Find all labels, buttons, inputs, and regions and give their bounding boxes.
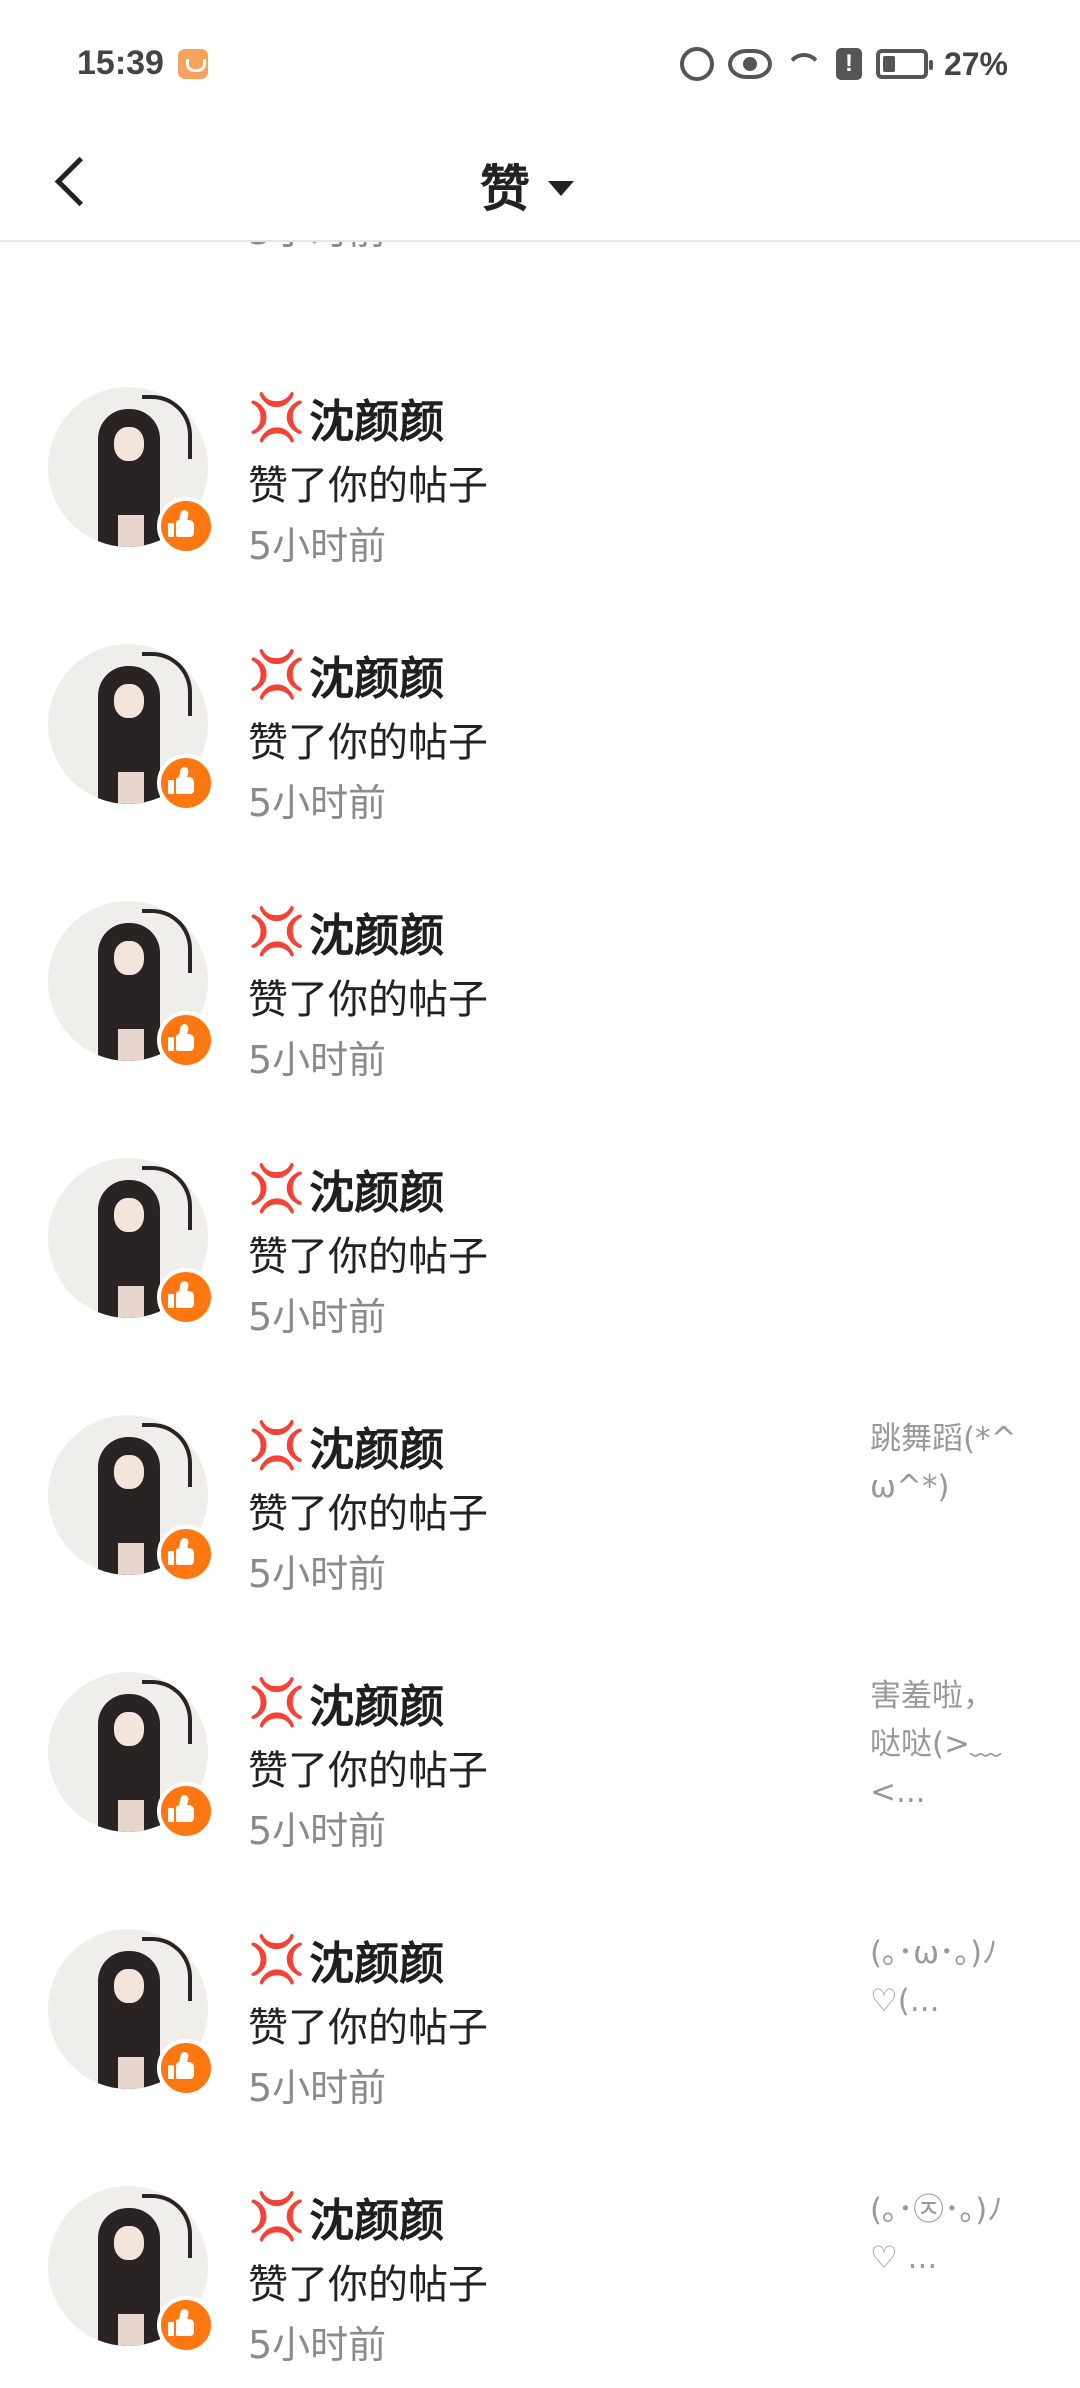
action-text: 赞了你的帖子 <box>248 2262 488 2308</box>
anger-symbol-icon: 💢 <box>248 390 306 444</box>
like-time: 5小时前 <box>248 2323 387 2367</box>
thumbs-up-icon <box>157 754 215 812</box>
name-row[interactable]: 💢 沈颜颜 <box>248 1158 445 1219</box>
like-time: 5小时前 <box>248 1295 387 1339</box>
post-preview[interactable]: (｡･㉨･｡)ﾉ♡ ... <box>870 2186 1020 2282</box>
like-time: 5小时前 <box>248 781 387 825</box>
caret-down-icon <box>548 180 574 196</box>
likes-list[interactable]: 5小时前 💢 沈颜颜 赞了你的帖子 5小时前 💢 沈颜颜 赞了你的帖子 5小时前 <box>0 242 1080 2388</box>
anger-symbol-icon: 💢 <box>248 1418 306 1472</box>
list-item[interactable]: 💢 沈颜颜 赞了你的帖子 5小时前 害羞啦，哒哒(>﹏<... <box>0 1672 1080 1929</box>
like-time: 5小时前 <box>248 242 386 255</box>
thumbs-up-icon <box>157 1525 215 1583</box>
like-time: 5小时前 <box>248 1809 387 1853</box>
name-row[interactable]: 💢 沈颜颜 <box>248 1929 445 1990</box>
user-name: 沈颜颜 <box>309 1422 445 1476</box>
list-item[interactable]: 💢 沈颜颜 赞了你的帖子 5小时前 (｡･㉨･｡)ﾉ♡ ... <box>0 2186 1080 2388</box>
name-row[interactable]: 💢 沈颜颜 <box>248 1672 445 1733</box>
anger-symbol-icon: 💢 <box>248 647 306 701</box>
post-preview[interactable]: 害羞啦，哒哒(>﹏<... <box>870 1672 1020 1816</box>
user-name: 沈颜颜 <box>309 1165 445 1219</box>
name-row[interactable]: 💢 沈颜颜 <box>248 1415 445 1476</box>
battery-percent: 27% <box>943 45 1008 82</box>
page-title: 赞 <box>480 160 530 218</box>
action-text: 赞了你的帖子 <box>248 2005 488 2051</box>
action-text: 赞了你的帖子 <box>248 720 488 766</box>
name-row[interactable]: 💢 沈颜颜 <box>248 2186 445 2247</box>
like-time: 5小时前 <box>248 2066 387 2110</box>
status-time: 15:39 <box>77 44 164 82</box>
app-notification-icon <box>178 49 208 79</box>
user-name: 沈颜颜 <box>309 1936 445 1990</box>
chevron-left-icon <box>54 156 105 207</box>
list-item[interactable]: 💢 沈颜颜 赞了你的帖子 5小时前 跳舞蹈(*^ω^*) <box>0 1415 1080 1672</box>
post-preview[interactable]: (｡･ω･｡)ﾉ♡(... <box>870 1929 1020 2025</box>
list-item[interactable]: 💢 沈颜颜 赞了你的帖子 5小时前 <box>0 1158 1080 1415</box>
battery-icon <box>875 49 933 79</box>
name-row[interactable]: 💢 沈颜颜 <box>248 901 445 962</box>
like-time: 5小时前 <box>248 1552 387 1596</box>
anger-symbol-icon: 💢 <box>248 1161 306 1215</box>
like-time: 5小时前 <box>248 524 387 568</box>
eye-comfort-icon <box>727 49 772 79</box>
status-bar: 15:39 ! 27% <box>0 0 1080 130</box>
wifi-icon <box>786 49 822 79</box>
user-name: 沈颜颜 <box>309 2193 445 2247</box>
title-dropdown[interactable]: 赞 <box>480 130 574 240</box>
action-text: 赞了你的帖子 <box>248 1748 488 1794</box>
back-button[interactable] <box>44 152 105 212</box>
thumbs-up-icon <box>157 2039 215 2097</box>
list-item[interactable]: 💢 沈颜颜 赞了你的帖子 5小时前 <box>0 644 1080 901</box>
thumbs-up-icon <box>157 1011 215 1069</box>
nav-bar: 赞 <box>0 130 1080 242</box>
status-icons: ! 27% <box>679 45 1008 82</box>
anger-symbol-icon: 💢 <box>248 2189 306 2243</box>
thumbs-up-icon <box>157 1782 215 1840</box>
action-text: 赞了你的帖子 <box>248 977 488 1023</box>
like-time: 5小时前 <box>248 1038 387 1082</box>
list-item[interactable]: 5小时前 <box>0 242 1080 329</box>
thumbs-up-icon <box>157 2296 215 2354</box>
user-name: 沈颜颜 <box>309 908 445 962</box>
anger-symbol-icon: 💢 <box>248 1932 306 1986</box>
action-text: 赞了你的帖子 <box>248 1234 488 1280</box>
name-row[interactable]: 💢 沈颜颜 <box>248 644 445 705</box>
data-saver-icon <box>679 47 714 81</box>
anger-symbol-icon: 💢 <box>248 1675 306 1729</box>
post-preview[interactable]: 跳舞蹈(*^ω^*) <box>870 1415 1020 1511</box>
thumbs-up-icon <box>157 1268 215 1326</box>
list-item[interactable]: 💢 沈颜颜 赞了你的帖子 5小时前 (｡･ω･｡)ﾉ♡(... <box>0 1929 1080 2186</box>
thumbs-up-icon <box>157 497 215 555</box>
user-name: 沈颜颜 <box>309 651 445 705</box>
action-text: 赞了你的帖子 <box>248 463 488 509</box>
user-name: 沈颜颜 <box>309 394 445 448</box>
name-row[interactable]: 💢 沈颜颜 <box>248 387 445 448</box>
list-item[interactable]: 💢 沈颜颜 赞了你的帖子 5小时前 <box>0 387 1080 644</box>
anger-symbol-icon: 💢 <box>248 904 306 958</box>
user-name: 沈颜颜 <box>309 1679 445 1733</box>
list-item[interactable]: 💢 沈颜颜 赞了你的帖子 5小时前 <box>0 901 1080 1158</box>
alert-icon: ! <box>835 48 862 80</box>
action-text: 赞了你的帖子 <box>248 1491 488 1537</box>
